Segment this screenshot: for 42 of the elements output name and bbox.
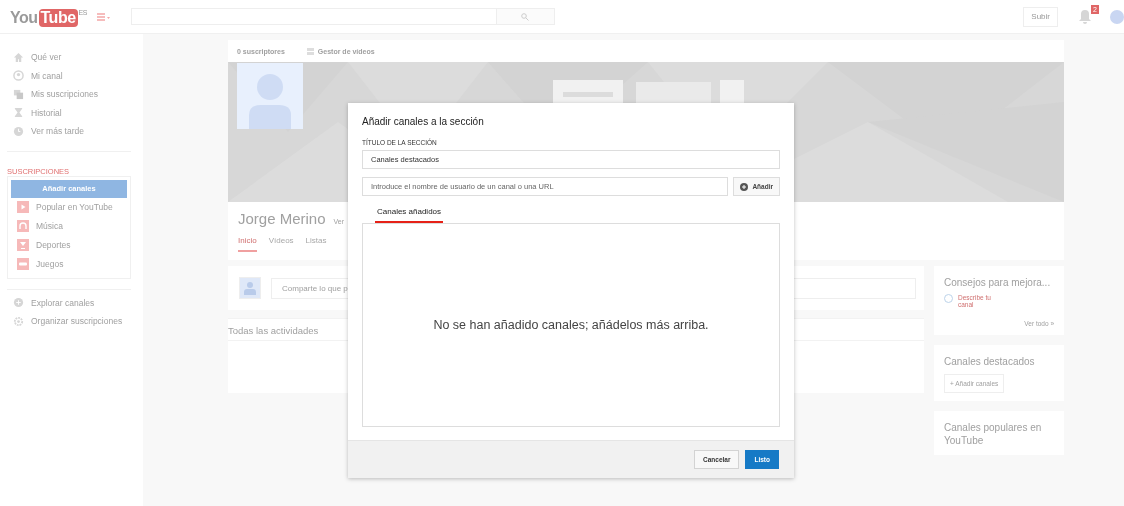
avatar-icon[interactable] xyxy=(1110,9,1124,24)
sidebar-item[interactable]: Mis suscripciones xyxy=(0,85,135,104)
empty-message: No se han añadido canales; añádelos más arriba. xyxy=(433,318,709,332)
channel-tab[interactable]: Listas xyxy=(305,236,327,252)
headphones-icon xyxy=(17,220,29,232)
card-title: Canales destacados xyxy=(944,355,1036,368)
dialog-tab[interactable]: Canales añadidos xyxy=(375,204,444,223)
play-icon xyxy=(17,201,29,213)
avatar-icon xyxy=(237,63,303,129)
subscriptions-icon xyxy=(13,88,24,100)
dialog-title: Añadir canales a la sección xyxy=(362,116,485,127)
home-icon xyxy=(13,51,24,63)
search-icon xyxy=(521,12,530,21)
person-icon xyxy=(13,70,24,82)
clock-icon xyxy=(13,125,24,137)
sidebar-item[interactable]: Deportes xyxy=(11,235,127,255)
channel-tab[interactable]: Inicio xyxy=(238,236,257,252)
sidebar-item[interactable]: Ver más tarde xyxy=(0,122,135,141)
hourglass-icon xyxy=(13,107,24,119)
sidebar-item[interactable]: Música xyxy=(11,216,127,236)
channel-tab[interactable]: Vídeos xyxy=(268,236,294,252)
settings-icon xyxy=(13,315,24,327)
bell-icon[interactable] xyxy=(1078,8,1092,25)
avatar-icon xyxy=(244,281,256,295)
sidebar-item[interactable]: Organizar suscripciones xyxy=(0,312,135,331)
search-button[interactable] xyxy=(496,8,555,25)
plus-icon xyxy=(13,297,24,309)
sidebar-item[interactable]: Juegos xyxy=(11,254,127,274)
menu-icon[interactable] xyxy=(96,11,111,22)
sidebar-item[interactable]: Qué ver xyxy=(0,48,135,67)
grid-icon xyxy=(306,47,314,55)
card-title: Consejos para mejora... xyxy=(944,276,1052,289)
channel-name: Jorge Merino xyxy=(238,210,326,227)
gamepad-icon xyxy=(17,258,29,270)
sidebar-item[interactable]: Historial xyxy=(0,103,135,122)
sidebar-item[interactable]: Mi canal xyxy=(0,66,135,85)
sidebar-item[interactable]: Explorar canales xyxy=(0,293,135,312)
trophy-icon xyxy=(17,239,29,251)
sidebar-item[interactable]: Popular en YouTube xyxy=(11,197,127,217)
plus-icon xyxy=(740,182,749,191)
upload-button[interactable]: Subir xyxy=(1023,6,1058,27)
card-title: Canales populares en YouTube xyxy=(944,421,1043,447)
